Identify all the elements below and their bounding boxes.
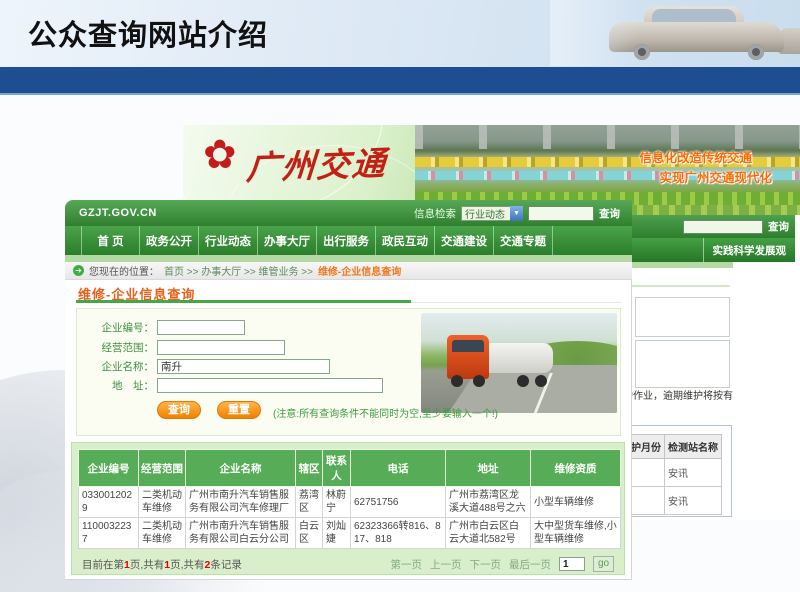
column-header: 经营范围	[139, 450, 186, 487]
back-content-box	[635, 340, 730, 388]
search-category-select[interactable]: 行业动态 ▼	[461, 206, 523, 221]
nav-item-home[interactable]: 首 页	[81, 226, 140, 255]
enterprise-id-input[interactable]	[157, 320, 245, 335]
back-nav-tab[interactable]: 实践科学发展观	[703, 238, 796, 262]
nav-item-gov-affairs[interactable]: 政务公开	[140, 226, 199, 255]
banner-slogan-line1: 信息化改造传统交通	[639, 147, 752, 166]
site-search-bar: 信息检索 行业动态 ▼ 查询	[414, 206, 632, 221]
field-label-enterprise-id: 企业编号：	[77, 320, 157, 335]
column-header: 电话	[351, 450, 446, 487]
site-domain: GZJT.GOV.CN	[65, 207, 157, 219]
first-page-link[interactable]: 第一页	[391, 557, 423, 572]
slide: 公众查询网站介绍 ✿ 广州交通 信息化改造传统交通 实现广州交通现代化 查询	[0, 0, 800, 592]
column-header: 企业名称	[186, 450, 296, 487]
query-form: 企业编号： 经营范围： 企业名称： 地 址： 查询 重置 (注意:所有查询条件不…	[76, 308, 621, 436]
gz-traffic-logo: 广州交通	[245, 137, 389, 190]
table-row: 0330012029 二类机动车维修 广州市南升汽车销售服务有限公司汽车修理厂 …	[79, 487, 621, 518]
back-content-box	[635, 297, 730, 337]
site-search-button[interactable]: 查询	[599, 206, 620, 221]
back-search-button[interactable]: 查询	[768, 219, 789, 234]
query-button[interactable]: 查询	[157, 401, 201, 419]
column-header: 地址	[446, 450, 531, 487]
form-note: (注意:所有查询条件不能同时为空,至少要输入一个!)	[273, 405, 498, 420]
results-header-row: 企业编号 经营范围 企业名称 辖区 联系人 电话 地址 维修资质	[79, 450, 621, 487]
results-table: 企业编号 经营范围 企业名称 辖区 联系人 电话 地址 维修资质 0330012…	[78, 449, 621, 549]
site-banner: ✿ 广州交通 信息化改造传统交通 实现广州交通现代化	[183, 125, 800, 205]
business-scope-input[interactable]	[157, 340, 285, 355]
breadcrumb-prefix: 您现在的位置：	[89, 263, 159, 278]
taxi-fleet-photo: 信息化改造传统交通 实现广州交通现代化	[415, 125, 800, 205]
nav-item-topics[interactable]: 交通专题	[494, 226, 553, 255]
last-page-link[interactable]: 最后一页	[509, 557, 551, 572]
nav-item-service-hall[interactable]: 办事大厅	[258, 226, 317, 255]
main-nav-bar: 首 页 政务公开 行业动态 办事大厅 出行服务 政民互动 交通建设 交通专题	[65, 226, 632, 255]
reset-button[interactable]: 重置	[217, 401, 261, 419]
table-row: 6 安讯	[618, 487, 722, 515]
breadcrumb: ➔ 您现在的位置： 首页 >> 办事大厅 >> 维管业务 >> 维修-企业信息查…	[65, 262, 632, 280]
location-arrow-icon: ➔	[73, 265, 84, 276]
column-header: 联系人	[323, 450, 351, 487]
pagination-summary: 目前在第1页,共有1页,共有2条记录	[82, 557, 242, 572]
truck-photo	[421, 313, 617, 413]
search-label: 信息检索	[414, 206, 456, 221]
nav-item-travel-service[interactable]: 出行服务	[317, 226, 376, 255]
select-dropdown-arrow-icon[interactable]: ▼	[510, 206, 523, 221]
breadcrumb-current: 维修-企业信息查询	[318, 263, 401, 278]
column-header: 维修资质	[531, 450, 621, 487]
title-underline-accent	[0, 93, 800, 95]
prev-page-link[interactable]: 上一页	[430, 557, 462, 572]
next-page-link[interactable]: 下一页	[470, 557, 502, 572]
table-row: 12 安讯	[618, 459, 722, 487]
column-header: 辖区	[296, 450, 323, 487]
banner-slogan-line2: 实现广州交通现代化	[659, 167, 772, 186]
go-button[interactable]: go	[593, 556, 614, 572]
site-search-input[interactable]	[528, 206, 594, 221]
column-header: 检测站名称	[665, 435, 722, 459]
nav-item-construction[interactable]: 交通建设	[435, 226, 494, 255]
nav-item-industry-news[interactable]: 行业动态	[199, 226, 258, 255]
field-label-business-scope: 经营范围：	[77, 340, 157, 355]
page-number-input[interactable]	[559, 557, 585, 571]
field-label-enterprise-name: 企业名称：	[77, 359, 157, 374]
results-section: 企业编号 经营范围 企业名称 辖区 联系人 电话 地址 维修资质 0330012…	[71, 442, 625, 575]
site-top-bar: GZJT.GOV.CN 信息检索 行业动态 ▼ 查询	[65, 200, 632, 226]
gz-traffic-crest-icon: ✿	[203, 135, 237, 175]
back-search-input[interactable]	[683, 220, 763, 234]
address-input[interactable]	[157, 378, 383, 393]
breadcrumb-path[interactable]: 首页 >> 办事大厅 >> 维管业务 >>	[164, 263, 313, 278]
field-label-address: 地 址：	[77, 378, 157, 393]
car-image	[550, 0, 800, 66]
pagination-bar: 目前在第1页,共有1页,共有2条记录 第一页 上一页 下一页 最后一页 go	[78, 554, 618, 574]
front-browser-window: GZJT.GOV.CN 信息检索 行业动态 ▼ 查询 首 页 政务公开 行业动态…	[65, 200, 632, 580]
back-partial-text: 护作业，逾期维护将按有	[623, 387, 798, 402]
nav-item-interaction[interactable]: 政民互动	[376, 226, 435, 255]
slide-title: 公众查询网站介绍	[28, 12, 268, 54]
title-underline-bar	[0, 67, 800, 93]
maintenance-table: 维护月份 检测站名称 12 安讯 6 安讯	[617, 434, 722, 515]
table-row: 1100032237 二类机动车维修 广州市南升汽车销售服务有限公司白云分公司 …	[79, 518, 621, 549]
slide-header-band: 公众查询网站介绍	[0, 0, 800, 67]
enterprise-name-input[interactable]	[157, 359, 330, 374]
column-header: 企业编号	[79, 450, 139, 487]
